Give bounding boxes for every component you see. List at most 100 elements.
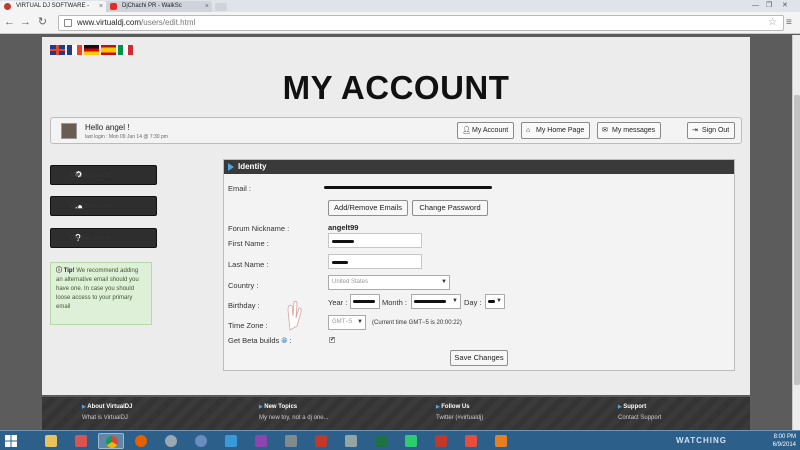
system-tray-clock[interactable]: 8:00 PM 6/9/2014: [773, 433, 796, 449]
forward-arrow-icon[interactable]: →: [19, 16, 32, 29]
taskbar-explorer[interactable]: [38, 433, 64, 449]
youtube-favicon-icon: [110, 3, 117, 10]
add-remove-emails-button[interactable]: Add/Remove Emails: [328, 200, 408, 216]
flag-france-icon[interactable]: [67, 45, 82, 55]
current-time-note: (Current time GMT−5 is 20:00:22): [372, 320, 462, 326]
sidebar-item-my-location[interactable]: ⚲ My location: [50, 228, 157, 248]
footer-heading: About VirtualDJ: [82, 404, 132, 410]
browser-toolbar: ← → ↻ www.virtualdj.com/users/edit.html …: [0, 12, 800, 34]
day-select[interactable]: ▼: [485, 294, 505, 309]
address-bar[interactable]: www.virtualdj.com/users/edit.html ☆: [58, 15, 784, 31]
globe-icon: 🌐︎: [281, 336, 288, 345]
tab-label: VIRTUAL DJ SOFTWARE -: [16, 3, 90, 9]
my-account-button[interactable]: 👤︎My Account: [457, 122, 515, 139]
avatar[interactable]: [61, 123, 77, 139]
my-home-page-button[interactable]: ⌂ My Home Page: [521, 122, 591, 139]
bookmark-star-icon[interactable]: ☆: [768, 16, 777, 30]
sign-out-button[interactable]: ⇥ Sign Out: [687, 122, 736, 139]
flag-italy-icon[interactable]: [118, 45, 133, 55]
footer-link[interactable]: Contact Support: [618, 415, 661, 421]
footer-column-about: About VirtualDJ What is VirtualDJ: [82, 404, 132, 421]
firefox-icon: [135, 435, 147, 447]
nickname-label: Forum Nickname :: [228, 224, 290, 233]
language-flags: [50, 45, 133, 55]
flag-uk-icon[interactable]: [50, 45, 65, 55]
close-tab-icon[interactable]: ×: [205, 1, 209, 12]
flag-spain-icon[interactable]: [101, 45, 116, 55]
app-icon: [465, 435, 477, 447]
flag-germany-icon[interactable]: [84, 45, 99, 55]
footer-link[interactable]: What is VirtualDJ: [82, 415, 132, 421]
url-host: www.virtualdj.com: [77, 18, 142, 27]
sidebar-item-my-licenses[interactable]: ☁ My licenses: [50, 196, 157, 216]
taskbar-app[interactable]: [488, 433, 514, 449]
footer-link[interactable]: Twitter (#virtualdj): [436, 415, 483, 421]
back-arrow-icon[interactable]: ←: [3, 16, 16, 29]
browser-tab-virtualdj[interactable]: VIRTUAL DJ SOFTWARE - ×: [0, 1, 106, 12]
beta-builds-text: Get Beta builds: [228, 336, 280, 345]
sidebar-item-label: My licenses: [69, 201, 112, 210]
last-login: last login : Mon 09 Jun 14 @ 7:30 pm: [85, 134, 168, 140]
change-password-button[interactable]: Change Password: [412, 200, 488, 216]
beta-builds-checkbox[interactable]: ✔: [329, 337, 335, 343]
close-tab-icon[interactable]: ×: [99, 1, 103, 12]
window-close-icon[interactable]: ✕: [782, 0, 788, 12]
taskbar-app[interactable]: [248, 433, 274, 449]
taskbar-app[interactable]: [218, 433, 244, 449]
my-messages-button[interactable]: ✉ My messages: [597, 122, 662, 139]
month-select[interactable]: ▼: [411, 294, 461, 309]
app-icon: [315, 435, 327, 447]
excel-icon: [375, 435, 387, 447]
scrollbar-thumb[interactable]: [794, 95, 800, 385]
timezone-select[interactable]: GMT−5 ▼: [328, 315, 366, 330]
app-icon: [345, 435, 357, 447]
browser-tabbar: VIRTUAL DJ SOFTWARE - × DjChachi PR - Wa…: [0, 0, 800, 12]
page-icon: [64, 19, 72, 27]
main-container: MY ACCOUNT Hello angel ! last login : Mo…: [42, 37, 750, 395]
taskbar-app[interactable]: [398, 433, 424, 449]
taskbar-media[interactable]: [68, 433, 94, 449]
minimize-icon[interactable]: —: [752, 0, 759, 12]
last-name-field[interactable]: [328, 254, 422, 269]
save-changes-button[interactable]: Save Changes: [450, 350, 508, 366]
taskbar-app[interactable]: [338, 433, 364, 449]
new-tab-button[interactable]: [215, 3, 227, 11]
taskbar-app[interactable]: [428, 433, 454, 449]
site-footer: About VirtualDJ What is VirtualDJ New To…: [42, 397, 750, 430]
user-bar: Hello angel ! last login : Mon 09 Jun 14…: [50, 117, 742, 144]
country-placeholder: United States: [332, 279, 369, 285]
maximize-icon[interactable]: ❐: [766, 0, 772, 12]
year-select[interactable]: [350, 294, 380, 309]
taskbar-app[interactable]: [458, 433, 484, 449]
chrome-icon: [106, 436, 118, 448]
first-name-field[interactable]: [328, 233, 422, 248]
browser-tab-djchachi[interactable]: DjChachi PR - WalkSc ×: [106, 1, 212, 12]
beta-builds-colon: :: [289, 336, 292, 345]
browser-menu-icon[interactable]: ≡: [786, 17, 792, 28]
home-page-label: My Home Page: [536, 127, 585, 134]
taskbar-firefox[interactable]: [128, 433, 154, 449]
taskbar-chrome[interactable]: [98, 433, 124, 449]
country-label: Country :: [228, 281, 259, 290]
footer-link[interactable]: My new toy, not a dj one...: [259, 415, 329, 421]
country-select[interactable]: United States ▼: [328, 275, 450, 290]
reload-icon[interactable]: ↻: [36, 16, 49, 29]
footer-column-topics: New Topics My new toy, not a dj one...: [259, 404, 329, 421]
birthday-label: Birthday :: [228, 301, 260, 310]
taskbar-app[interactable]: [278, 433, 304, 449]
taskbar-app[interactable]: [158, 433, 184, 449]
tip-text: We recommend adding an alternative email…: [56, 268, 139, 310]
windows-start-icon[interactable]: [4, 434, 18, 448]
tab-label: DjChachi PR - WalkSc: [122, 3, 182, 9]
sidebar-item-my-account[interactable]: ⚙ My account: [50, 165, 157, 185]
taskbar-excel[interactable]: [368, 433, 394, 449]
month-label: Month :: [382, 298, 408, 307]
greeting: Hello angel !: [85, 123, 130, 132]
page-scrollbar[interactable]: [792, 35, 800, 430]
last-name-label: Last Name :: [228, 260, 269, 269]
watermark-text: WATCHING: [676, 436, 727, 445]
timezone-value: GMT−5: [332, 319, 353, 325]
day-label: Day :: [464, 298, 482, 307]
taskbar-app[interactable]: [188, 433, 214, 449]
taskbar-app[interactable]: [308, 433, 334, 449]
